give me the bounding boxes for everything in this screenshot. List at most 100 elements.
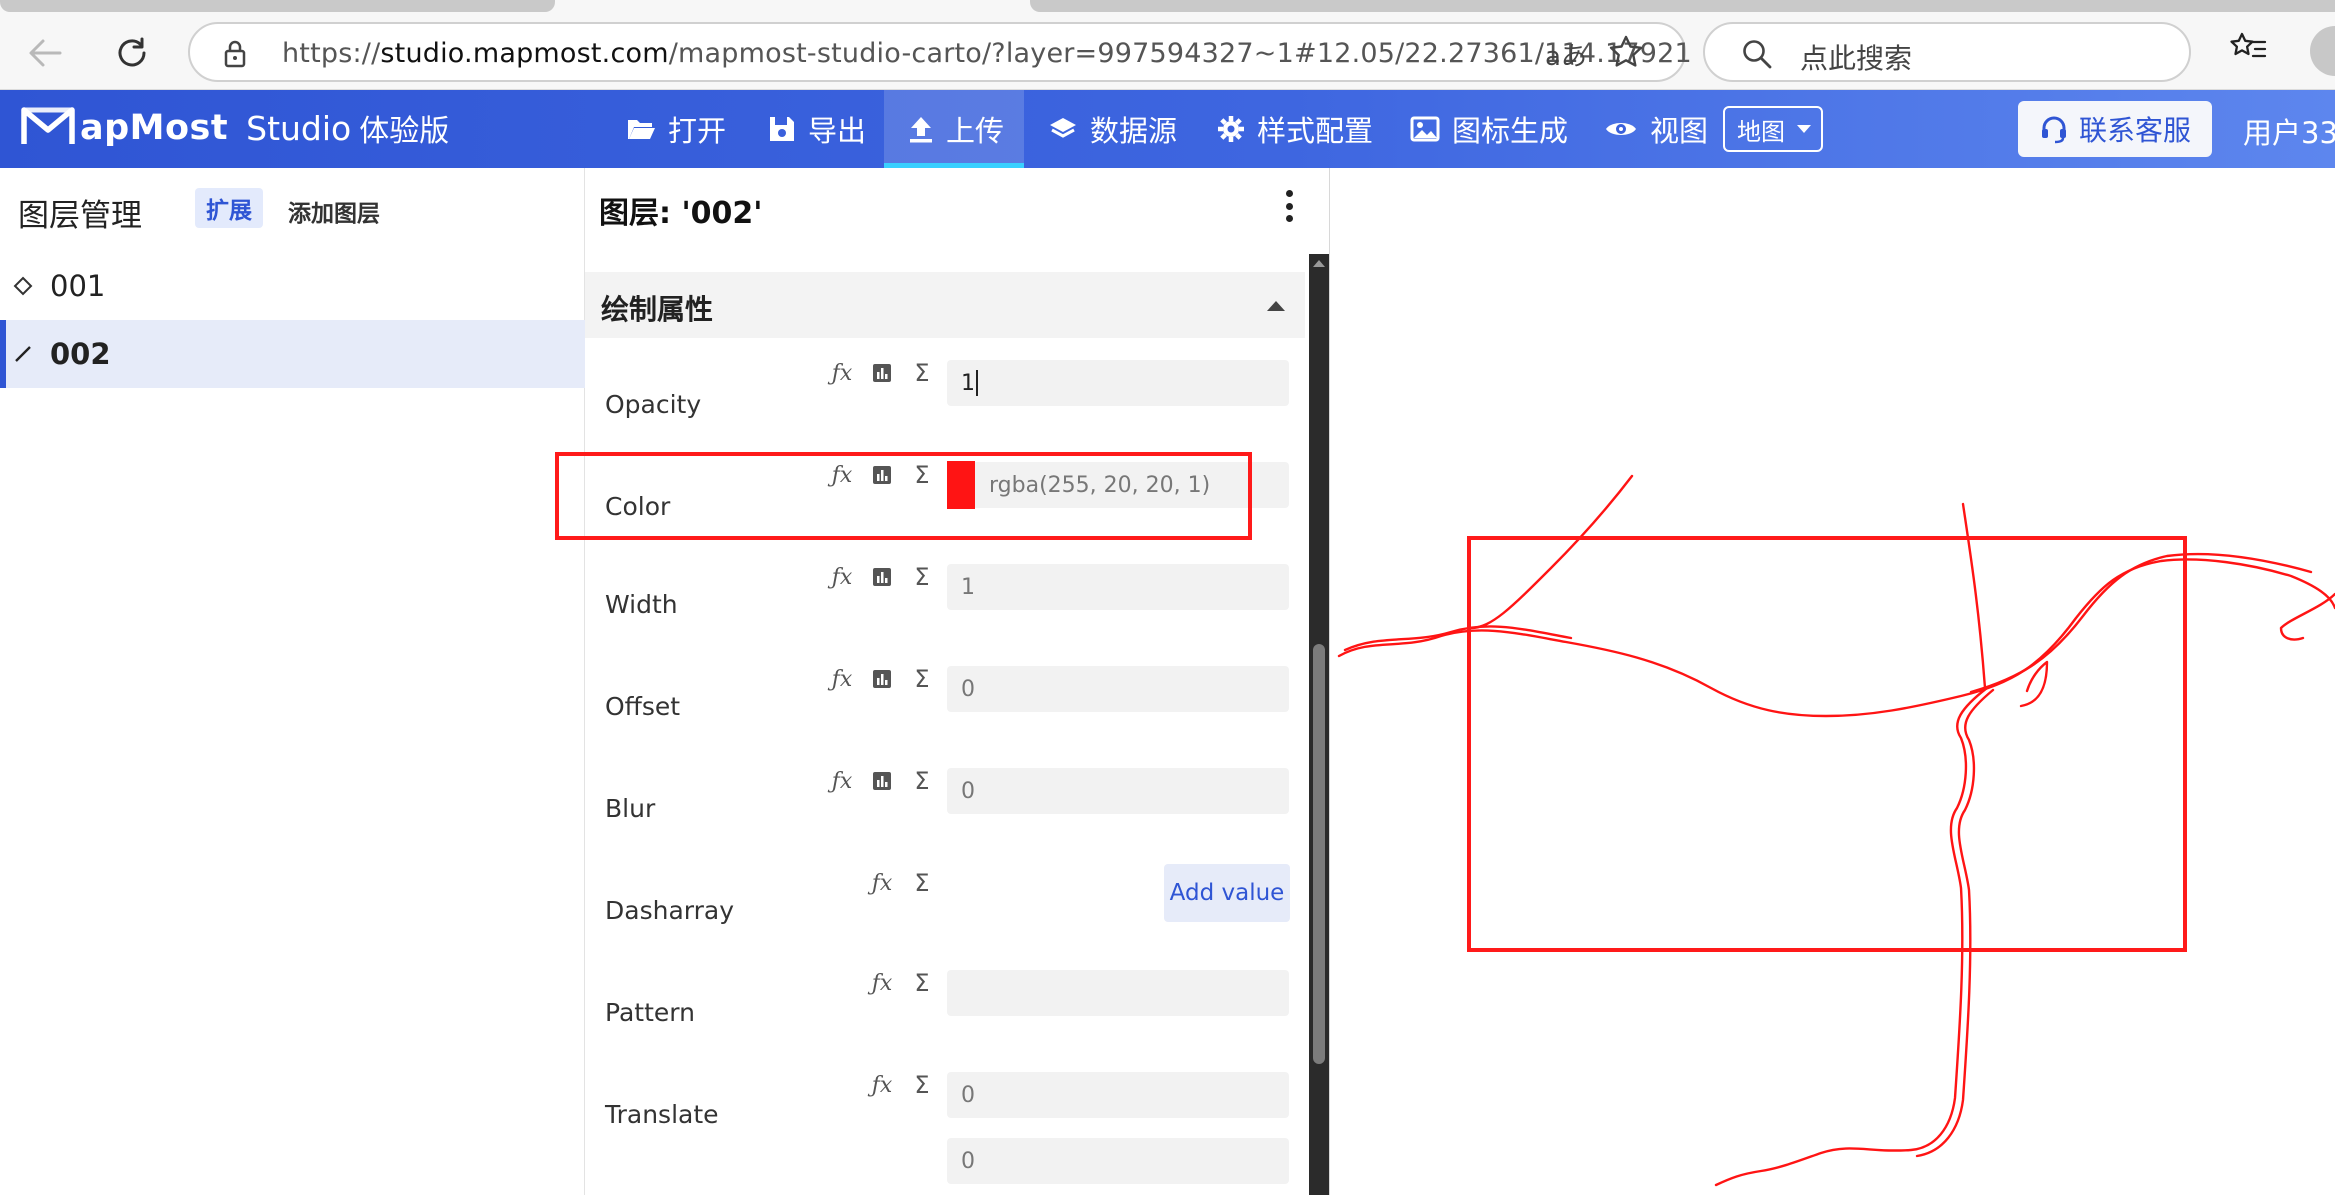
menu-open-label: 打开	[668, 114, 727, 148]
translate-x-input[interactable]: 0	[947, 1072, 1289, 1118]
map-road-line	[1343, 625, 1573, 652]
function-icon[interactable]: ƒx	[865, 968, 899, 998]
layer-item-001[interactable]: 001	[0, 252, 585, 320]
function-icon[interactable]: ƒx	[825, 766, 859, 796]
prop-label: Opacity	[605, 390, 702, 419]
menu-datasource[interactable]: 数据源	[1048, 90, 1177, 168]
browser-tab[interactable]	[0, 0, 555, 12]
scroll-up-icon[interactable]	[1313, 260, 1325, 267]
sum-icon[interactable]: Σ	[905, 664, 939, 694]
opacity-input[interactable]: 1	[947, 360, 1289, 406]
polygon-diamond-icon	[8, 275, 38, 297]
folder-open-icon	[626, 116, 656, 142]
menu-upload[interactable]: 上传	[884, 90, 1024, 168]
sum-icon[interactable]: Σ	[905, 562, 939, 592]
text-cursor	[976, 370, 978, 396]
prop-label: Offset	[605, 692, 681, 721]
add-layer-button[interactable]: 添加图层	[288, 194, 380, 228]
sum-icon[interactable]: Σ	[905, 968, 939, 998]
menu-view[interactable]: 视图	[1604, 90, 1708, 168]
gear-icon	[1217, 115, 1245, 143]
star-icon[interactable]	[1608, 34, 1644, 74]
sum-icon[interactable]: Σ	[905, 1070, 939, 1100]
map-road-line	[1469, 474, 1634, 630]
pattern-input[interactable]	[947, 970, 1289, 1016]
layers-icon	[1048, 116, 1078, 142]
function-icon[interactable]: ƒx	[825, 358, 859, 388]
sum-icon[interactable]: Σ	[905, 766, 939, 796]
logo-brand: apMost	[80, 108, 229, 148]
offset-input[interactable]: 0	[947, 666, 1289, 712]
prop-row-blur: Blur ƒx Σ 0	[585, 754, 1305, 850]
read-aloud-icon[interactable]: aあ	[1545, 36, 1587, 73]
bar-chart-icon[interactable]	[865, 562, 899, 592]
sum-icon[interactable]: Σ	[905, 868, 939, 898]
profile-avatar[interactable]	[2310, 26, 2335, 76]
app-logo[interactable]: apMost Studio 体验版	[20, 104, 449, 152]
menu-style-config[interactable]: 样式配置	[1217, 90, 1373, 168]
eye-icon	[1604, 117, 1638, 141]
lock-icon[interactable]	[224, 40, 246, 72]
function-icon[interactable]: ƒx	[865, 1070, 899, 1100]
more-options-icon[interactable]	[1277, 186, 1301, 226]
browser-tab[interactable]	[1030, 0, 2335, 12]
save-icon	[768, 115, 796, 143]
width-input[interactable]: 1	[947, 564, 1289, 610]
refresh-icon[interactable]	[107, 28, 157, 78]
property-panel: 图层: '002' 绘制属性 Opacity ƒx Σ 1 Color ƒx Σ…	[585, 168, 1330, 1195]
menu-export-label: 导出	[808, 114, 867, 148]
menu-open[interactable]: 打开	[626, 90, 726, 168]
search-placeholder: 点此搜索	[1800, 42, 1913, 75]
prop-row-pattern: Pattern ƒx Σ	[585, 958, 1305, 1054]
add-value-button[interactable]: Add value	[1164, 864, 1290, 922]
map-road-line	[1714, 686, 1989, 1187]
section-title: 绘制属性	[601, 293, 714, 326]
back-arrow-icon[interactable]	[20, 28, 70, 78]
url-text[interactable]: https://studio.mapmost.com/mapmost-studi…	[282, 38, 1692, 69]
logo-m-icon	[20, 104, 76, 152]
function-icon[interactable]: ƒx	[825, 562, 859, 592]
panel-scrollbar[interactable]	[1309, 254, 1329, 1195]
map-road-line	[1961, 502, 1987, 690]
menu-style-config-label: 样式配置	[1257, 114, 1374, 148]
sum-icon[interactable]: Σ	[905, 358, 939, 388]
browser-search-box[interactable]: 点此搜索	[1703, 22, 2191, 82]
map-layer-lines	[1337, 474, 2335, 1187]
chevron-up-icon[interactable]	[1267, 301, 1285, 311]
bar-chart-icon[interactable]	[865, 664, 899, 694]
app-header: apMost Studio 体验版 打开 导出 上传 数据源 样式配置 图标生成…	[0, 90, 2335, 168]
layer-name: 002	[50, 337, 111, 371]
favorites-icon[interactable]	[2228, 28, 2268, 72]
layer-panel-title: 图层管理	[18, 198, 142, 234]
address-bar[interactable]: https://studio.mapmost.com/mapmost-studi…	[188, 22, 1692, 82]
menu-icon-generate-label: 图标生成	[1452, 114, 1569, 148]
blur-input[interactable]: 0	[947, 768, 1289, 814]
prop-row-width: Width ƒx Σ 1	[585, 550, 1305, 646]
prop-label: Width	[605, 590, 678, 619]
prop-row-opacity: Opacity ƒx Σ 1	[585, 346, 1305, 442]
map-canvas[interactable]	[1331, 168, 2335, 1195]
paint-properties-header[interactable]: 绘制属性	[585, 272, 1305, 338]
view-select[interactable]: 地图	[1723, 106, 1823, 152]
prop-label: Dasharray	[605, 896, 734, 925]
upload-icon	[908, 115, 934, 143]
translate-y-input[interactable]: 0	[947, 1138, 1289, 1184]
scrollbar-thumb[interactable]	[1313, 644, 1325, 1064]
function-icon[interactable]: ƒx	[825, 664, 859, 694]
menu-upload-label: 上传	[946, 114, 1005, 148]
layer-item-002[interactable]: 002	[0, 320, 585, 388]
expand-button[interactable]: 扩展	[195, 188, 263, 228]
map-annotation-rectangle	[1467, 536, 2187, 952]
logo-studio: Studio	[246, 108, 352, 148]
headset-icon	[2039, 114, 2069, 144]
function-icon[interactable]: ƒx	[865, 868, 899, 898]
bar-chart-icon[interactable]	[865, 766, 899, 796]
contact-support-label: 联系客服	[2078, 114, 2191, 147]
menu-datasource-label: 数据源	[1090, 114, 1178, 148]
user-menu[interactable]: 用户332	[2243, 110, 2335, 152]
image-icon	[1410, 116, 1440, 142]
menu-icon-generate[interactable]: 图标生成	[1410, 90, 1568, 168]
bar-chart-icon[interactable]	[865, 358, 899, 388]
contact-support-button[interactable]: 联系客服	[2018, 101, 2212, 157]
menu-export[interactable]: 导出	[768, 90, 866, 168]
